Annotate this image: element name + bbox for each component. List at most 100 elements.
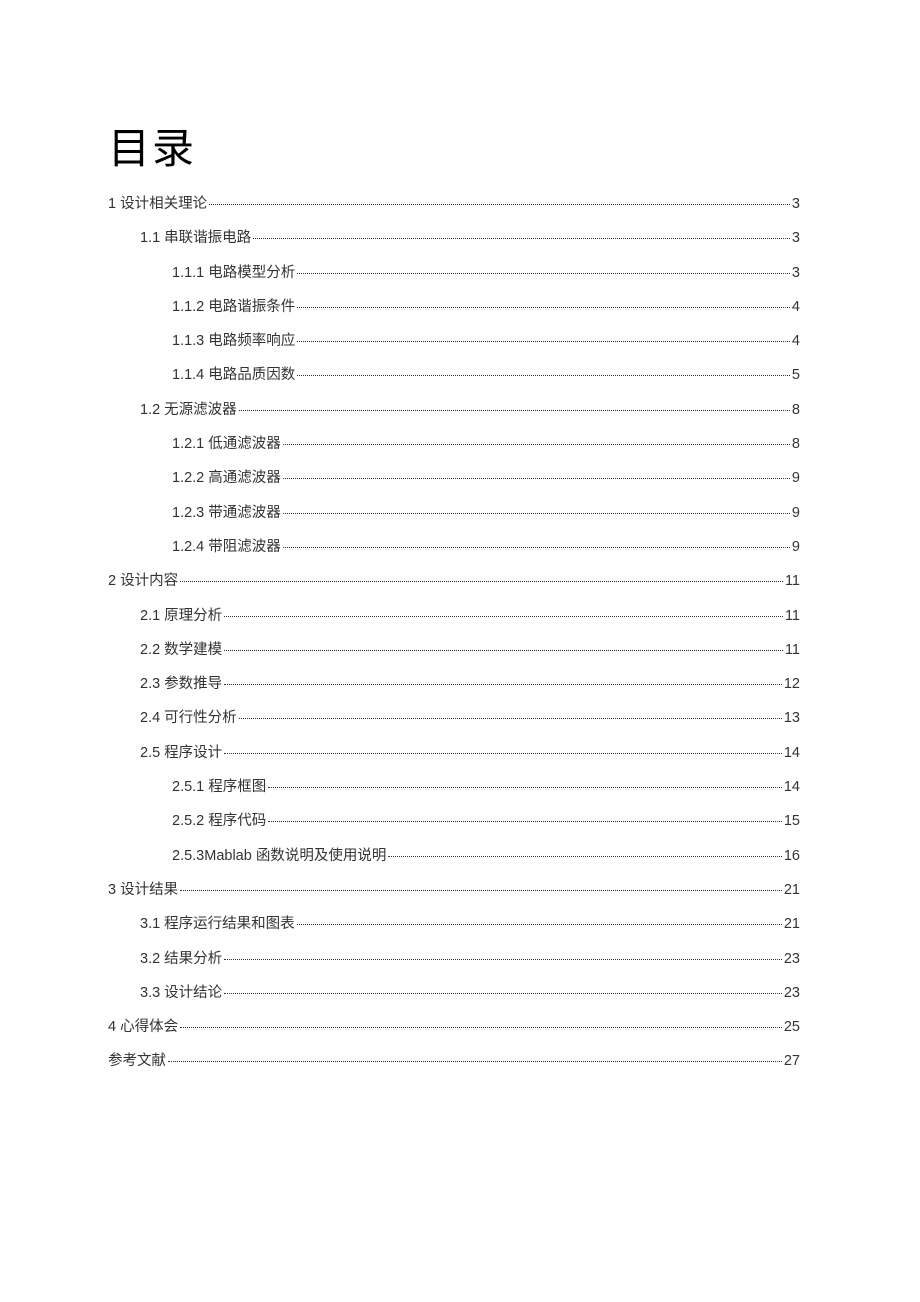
toc-leader-dots: [224, 650, 783, 651]
toc-entry-page: 3: [792, 228, 800, 248]
toc-entry: 1.1.2 电路谐振条件 4: [108, 297, 800, 317]
toc-entry-page: 8: [792, 434, 800, 454]
toc-title: 目录: [108, 115, 800, 176]
toc-entry: 1.1.3 电路频率响应4: [108, 331, 800, 351]
toc-entry: 3 设计结果 21: [108, 880, 800, 900]
toc-entry-page: 23: [784, 949, 800, 969]
toc-entry: 1.1 串联谐振电路 3: [108, 228, 800, 248]
toc-leader-dots: [239, 410, 790, 411]
toc-entry-label: 1.1.2 电路谐振条件: [172, 297, 295, 317]
toc-entry-label: 1.2.3 带通滤波器: [172, 503, 281, 523]
toc-entry-label: 1.2.2 高通滤波器: [172, 468, 281, 488]
toc-leader-dots: [297, 307, 790, 308]
toc-leader-dots: [224, 753, 782, 754]
toc-entry-page: 9: [792, 537, 800, 557]
toc-entry-label: 2.5 程序设计: [140, 743, 222, 763]
toc-entry-page: 8: [792, 400, 800, 420]
toc-leader-dots: [297, 341, 790, 342]
toc-leader-dots: [297, 273, 790, 274]
toc-entry-page: 23: [784, 983, 800, 1003]
toc-leader-dots: [268, 821, 782, 822]
toc-entry-label: 1.2 无源滤波器: [140, 400, 237, 420]
toc-leader-dots: [209, 204, 790, 205]
toc-leader-dots: [283, 513, 790, 514]
toc-leader-dots: [224, 993, 782, 994]
toc-entry-label: 2.5.1 程序框图: [172, 777, 266, 797]
toc-entry-label: 3 设计结果: [108, 880, 178, 900]
toc-entry: 3.2 结果分析 23: [108, 949, 800, 969]
toc-entry-label: 2 设计内容: [108, 571, 178, 591]
toc-entry-page: 3: [792, 194, 800, 214]
toc-entry: 1 设计相关理论 3: [108, 194, 800, 214]
toc-leader-dots: [168, 1061, 782, 1062]
toc-entry: 3.1 程序运行结果和图表 21: [108, 914, 800, 934]
toc-entry-page: 14: [784, 743, 800, 763]
toc-entry: 2.4 可行性分析13: [108, 708, 800, 728]
toc-entry: 1.2.2 高通滤波器 9: [108, 468, 800, 488]
toc-entry-label: 2.5.2 程序代码: [172, 811, 266, 831]
toc-entry-page: 9: [792, 503, 800, 523]
toc-entry: 2.2 数学建模 11: [108, 640, 800, 660]
toc-entry: 2.3 参数推导 12: [108, 674, 800, 694]
toc-entry-page: 16: [784, 846, 800, 866]
toc-entry-label: 1.2.1 低通滤波器: [172, 434, 281, 454]
toc-entry-label: 3.3 设计结论: [140, 983, 222, 1003]
toc-leader-dots: [224, 616, 783, 617]
toc-entry-page: 13: [784, 708, 800, 728]
toc-entry-label: 2.3 参数推导: [140, 674, 222, 694]
toc-entry-label: 1.2.4 带阻滤波器: [172, 537, 281, 557]
toc-entry-label: 2.1 原理分析: [140, 606, 222, 626]
toc-entry-label: 3.1 程序运行结果和图表: [140, 914, 295, 934]
toc-entry-label: 1.1.1 电路模型分析: [172, 263, 295, 283]
toc-entry-page: 4: [792, 297, 800, 317]
toc-entry-label: 2.5.3Mablab 函数说明及使用说明: [172, 846, 386, 866]
toc-entry-page: 25: [784, 1017, 800, 1037]
toc-entry: 3.3 设计结论 23: [108, 983, 800, 1003]
toc-entry-page: 27: [784, 1051, 800, 1071]
toc-leader-dots: [297, 375, 790, 376]
toc-entry-page: 11: [785, 571, 800, 591]
toc-entry-label: 3.2 结果分析: [140, 949, 222, 969]
toc-entry-page: 11: [785, 640, 800, 660]
document-page: 目录 1 设计相关理论31.1 串联谐振电路31.1.1 电路模型分析31.1.…: [0, 0, 920, 1072]
toc-entry-page: 21: [784, 914, 800, 934]
toc-leader-dots: [180, 1027, 782, 1028]
toc-entry-label: 1 设计相关理论: [108, 194, 207, 214]
toc-entry-page: 3: [792, 263, 800, 283]
toc-entry: 2.5.2 程序代码 15: [108, 811, 800, 831]
toc-entry-page: 14: [784, 777, 800, 797]
toc-entry: 2.5.1 程序框图 14: [108, 777, 800, 797]
toc-entry: 1.2.3 带通滤波器 9: [108, 503, 800, 523]
toc-entry-label: 1.1.4 电路品质因数: [172, 365, 295, 385]
toc-entry-label: 参考文献: [108, 1051, 166, 1071]
toc-leader-dots: [253, 238, 790, 239]
toc-entry: 1.2.1 低通滤波器 8: [108, 434, 800, 454]
toc-entry: 2.5 程序设计 14: [108, 743, 800, 763]
toc-entry-label: 1.1.3 电路频率响应: [172, 331, 295, 351]
toc-entry-page: 12: [784, 674, 800, 694]
toc-entry-page: 5: [792, 365, 800, 385]
toc-leader-dots: [388, 856, 782, 857]
toc-entry: 1.1.1 电路模型分析 3: [108, 263, 800, 283]
toc-leader-dots: [224, 959, 782, 960]
toc-leader-dots: [224, 684, 782, 685]
toc-entry-label: 4 心得体会: [108, 1017, 178, 1037]
toc-entry: 参考文献 27: [108, 1051, 800, 1071]
toc-leader-dots: [180, 581, 783, 582]
toc-entry-page: 9: [792, 468, 800, 488]
toc-entry-label: 1.1 串联谐振电路: [140, 228, 251, 248]
toc-leader-dots: [283, 444, 790, 445]
toc-leader-dots: [268, 787, 782, 788]
toc-entry-page: 21: [784, 880, 800, 900]
toc-entry-page: 11: [785, 606, 800, 626]
toc-entry-label: 2.2 数学建模: [140, 640, 222, 660]
toc-leader-dots: [180, 890, 782, 891]
toc-entry-page: 15: [784, 811, 800, 831]
toc-entry: 2.1 原理分析 11: [108, 606, 800, 626]
toc-entry: 2 设计内容 11: [108, 571, 800, 591]
toc-entry: 2.5.3Mablab 函数说明及使用说明 16: [108, 846, 800, 866]
toc-leader-dots: [239, 718, 782, 719]
toc-entry: 1.2 无源滤波器 8: [108, 400, 800, 420]
toc-entry: 1.1.4 电路品质因数 5: [108, 365, 800, 385]
toc-leader-dots: [297, 924, 782, 925]
